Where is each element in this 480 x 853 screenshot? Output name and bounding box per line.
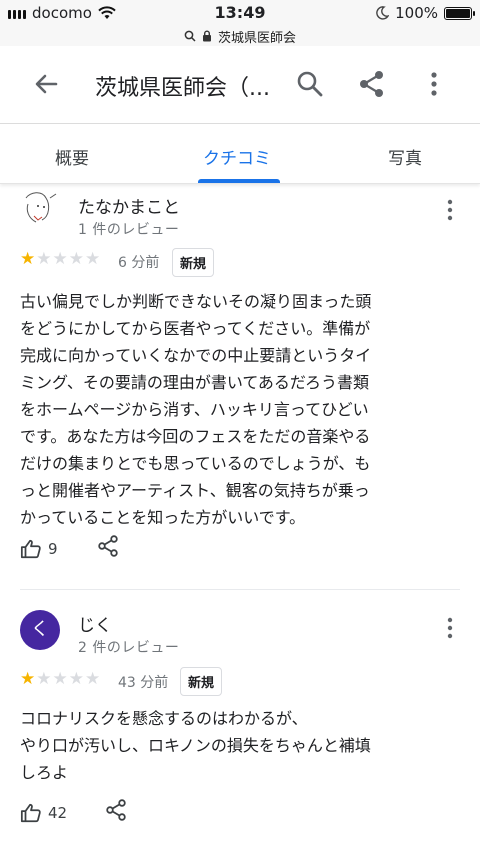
moon-icon [376,6,390,20]
star-icon: ★ [85,249,101,269]
battery-percent: 100% [395,4,438,22]
like-count: 42 [48,804,68,822]
reviewer-review-count: 1 件のレビュー [78,222,180,238]
review-share-button[interactable] [96,534,120,558]
avatar[interactable]: く [20,610,60,650]
more-vert-icon [447,199,453,221]
tab-bar: 概要 クチコミ 写真 [0,124,480,184]
tab-reviews[interactable]: クチコミ [203,144,271,169]
new-badge: 新規 [172,248,215,277]
star-icon: ★ [36,669,52,689]
like-button[interactable]: 42 [20,802,67,824]
page-title: 茨城県医師会（... [95,76,270,101]
like-count: 9 [48,540,58,558]
like-button[interactable]: 9 [20,538,58,560]
star-icon: ★ [52,249,68,269]
url-bar[interactable]: 茨城県医師会 [0,26,480,46]
avatar[interactable] [20,190,60,230]
review-text: 古い偏見でしか判断できないその凝り固まった頭 をどうにかしてから医者やってくださ… [20,292,372,527]
back-arrow-icon [35,74,58,94]
share-icon [98,535,118,557]
sketch-avatar-icon [25,192,57,223]
star-icon: ★ [36,249,52,269]
new-badge: 新規 [180,667,223,696]
tab-active-indicator [198,179,280,183]
star-icon: ★ [20,249,36,269]
review-text: コロナリスクを懸念するのはわかるが、 やり口が汚いし、ロキノンの損失をちゃんと補… [20,709,371,782]
status-bar: docomo 13:49 100% [0,0,480,26]
search-icon [184,30,196,42]
more-vert-icon [447,617,453,639]
avatar-letter: く [31,619,49,640]
search-icon [297,71,323,97]
star-icon: ★ [85,669,101,689]
reviewer-name[interactable]: じく [78,611,112,636]
star-icon: ★ [20,669,36,689]
share-icon [106,799,126,821]
back-button[interactable] [30,68,62,100]
review-time: 6 分前 [118,255,160,271]
more-options-button[interactable] [424,68,444,100]
star-icon: ★ [68,249,84,269]
divider [20,589,460,590]
tab-photos[interactable]: 写真 [388,144,422,169]
battery-icon [444,6,475,20]
review-more-button[interactable] [440,196,460,224]
review-card: たなかまこと 1 件のレビュー ★ ★ ★ ★ ★ 6 分前 新規 古い偏見でし… [0,186,480,590]
thumb-up-icon [20,803,41,823]
more-vert-icon [431,72,437,96]
review-more-button[interactable] [440,614,460,642]
reviewer-review-count: 2 件のレビュー [78,640,180,656]
tab-overview[interactable]: 概要 [55,144,89,169]
star-icon: ★ [68,669,84,689]
star-rating: ★ ★ ★ ★ ★ [20,671,100,688]
thumb-up-icon [20,539,41,559]
search-button[interactable] [294,68,326,100]
star-rating: ★ ★ ★ ★ ★ [20,251,100,268]
url-text: 茨城県医師会 [217,30,296,46]
star-icon: ★ [52,669,68,689]
share-icon [360,71,383,97]
review-time: 43 分前 [118,675,169,691]
review-share-button[interactable] [104,798,128,822]
lock-icon [202,30,211,42]
share-button[interactable] [356,68,388,100]
app-bar: 茨城県医師会（... [0,46,480,124]
review-card: く じく 2 件のレビュー ★ ★ ★ ★ ★ 43 分前 新規 コロナリスクを… [0,600,480,853]
reviewer-name[interactable]: たなかまこと [78,193,180,218]
